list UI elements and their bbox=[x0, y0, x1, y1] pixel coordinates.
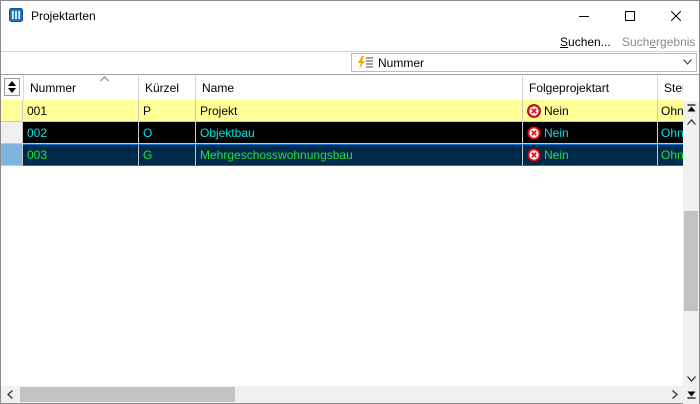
vertical-scrollbar[interactable] bbox=[683, 101, 699, 404]
cell-folgeprojektart[interactable]: Nein bbox=[523, 144, 658, 166]
column-header-steuer[interactable]: Steuer bbox=[658, 75, 683, 100]
scroll-left-button[interactable] bbox=[1, 386, 18, 403]
column-header-kuerzel[interactable]: Kürzel bbox=[139, 75, 196, 100]
scroll-bottom-button[interactable] bbox=[683, 386, 699, 403]
scroll-right-button[interactable] bbox=[666, 386, 683, 403]
horizontal-scrollbar[interactable] bbox=[1, 386, 683, 403]
row-selector[interactable] bbox=[1, 100, 23, 122]
folgeprojektart-value: Nein bbox=[544, 126, 569, 140]
sort-ascending-icon bbox=[100, 76, 109, 82]
search-results-link[interactable]: Suchergebnis bbox=[622, 35, 695, 49]
cell-nummer[interactable]: 001 bbox=[23, 100, 139, 122]
cell-kuerzel[interactable]: P bbox=[139, 100, 196, 122]
minimize-button[interactable] bbox=[561, 1, 607, 31]
scroll-top-button[interactable] bbox=[683, 101, 699, 115]
row-selector[interactable] bbox=[1, 122, 23, 144]
window-title: Projektarten bbox=[31, 9, 96, 23]
sort-lightning-icon bbox=[358, 56, 373, 69]
results-link-suffix: rgebnis bbox=[656, 35, 696, 49]
column-header-label: Steuer bbox=[664, 81, 683, 95]
sort-bar: Nummer bbox=[1, 51, 699, 74]
sort-up-down-icon bbox=[8, 81, 16, 93]
column-header-name[interactable]: Name bbox=[196, 75, 523, 100]
cell-name[interactable]: Projekt bbox=[196, 100, 523, 122]
column-header-label: Folgeprojektart bbox=[529, 81, 610, 95]
column-header-folgeprojektart[interactable]: Folgeprojektart bbox=[523, 75, 658, 100]
column-header-label: Kürzel bbox=[145, 81, 180, 95]
sort-selected-value: Nummer bbox=[378, 56, 425, 70]
no-x-icon bbox=[527, 126, 541, 140]
scroll-to-top-icon bbox=[687, 103, 695, 111]
no-x-icon bbox=[527, 104, 541, 118]
minimize-icon bbox=[579, 16, 589, 17]
projektarten-window: Projektarten Suchen... Suchergebnis Numm… bbox=[0, 0, 700, 404]
column-header-label: Name bbox=[202, 81, 235, 95]
chevron-up-icon bbox=[686, 119, 696, 125]
search-toolbar: Suchen... Suchergebnis bbox=[1, 31, 699, 51]
sort-order-select[interactable]: Nummer bbox=[351, 53, 697, 72]
search-link-text: uchen... bbox=[568, 35, 611, 49]
chevron-right-icon bbox=[671, 390, 678, 399]
column-header-nummer[interactable]: Nummer bbox=[24, 75, 139, 100]
grid-app-icon bbox=[9, 8, 23, 22]
results-link-prefix: Such bbox=[622, 35, 650, 49]
search-link[interactable]: Suchen... bbox=[560, 35, 611, 49]
cell-name[interactable]: Mehrgeschosswohnungsbau bbox=[196, 144, 523, 166]
scroll-to-bottom-icon bbox=[687, 391, 695, 399]
select-all-header[interactable] bbox=[1, 75, 24, 100]
close-button[interactable] bbox=[653, 1, 699, 31]
cell-kuerzel[interactable]: G bbox=[139, 144, 196, 166]
cell-steuer[interactable]: Ohne bbox=[658, 144, 683, 166]
column-chooser-button[interactable] bbox=[4, 78, 20, 96]
maximize-icon bbox=[625, 11, 635, 21]
table-row[interactable]: 002 O Objektbau Nein Ohne bbox=[1, 122, 683, 144]
vertical-scroll-thumb[interactable] bbox=[684, 211, 698, 311]
cell-kuerzel[interactable]: O bbox=[139, 122, 196, 144]
no-x-icon bbox=[527, 148, 541, 162]
table-row[interactable]: 003 G Mehrgeschosswohnungsbau Nein Ohne bbox=[1, 144, 683, 166]
cell-folgeprojektart[interactable]: Nein bbox=[523, 100, 658, 122]
chevron-down-icon bbox=[683, 59, 692, 65]
folgeprojektart-value: Nein bbox=[544, 104, 569, 118]
column-header-label: Nummer bbox=[30, 81, 77, 95]
cell-name[interactable]: Objektbau bbox=[196, 122, 523, 144]
scroll-down-button[interactable] bbox=[683, 372, 699, 386]
maximize-button[interactable] bbox=[607, 1, 653, 31]
projektarten-table: Nummer Kürzel Name Folgeprojektart Steue… bbox=[1, 74, 699, 404]
scroll-up-button[interactable] bbox=[683, 115, 699, 129]
cell-nummer[interactable]: 003 bbox=[23, 144, 139, 166]
folgeprojektart-value: Nein bbox=[544, 148, 569, 162]
table-header: Nummer Kürzel Name Folgeprojektart Steue… bbox=[1, 75, 683, 101]
horizontal-scroll-thumb[interactable] bbox=[20, 387, 235, 402]
chevron-left-icon bbox=[6, 390, 13, 399]
title-bar: Projektarten bbox=[1, 1, 699, 31]
cell-steuer[interactable]: Ohne bbox=[658, 100, 683, 122]
row-selector[interactable] bbox=[1, 144, 23, 166]
search-link-accel: S bbox=[560, 35, 569, 49]
cell-steuer[interactable]: Ohne bbox=[658, 122, 683, 144]
cell-nummer[interactable]: 002 bbox=[23, 122, 139, 144]
close-icon bbox=[671, 11, 681, 21]
cell-folgeprojektart[interactable]: Nein bbox=[523, 122, 658, 144]
chevron-down-icon bbox=[686, 376, 696, 382]
table-row[interactable]: 001 P Projekt Nein Ohne bbox=[1, 100, 683, 122]
